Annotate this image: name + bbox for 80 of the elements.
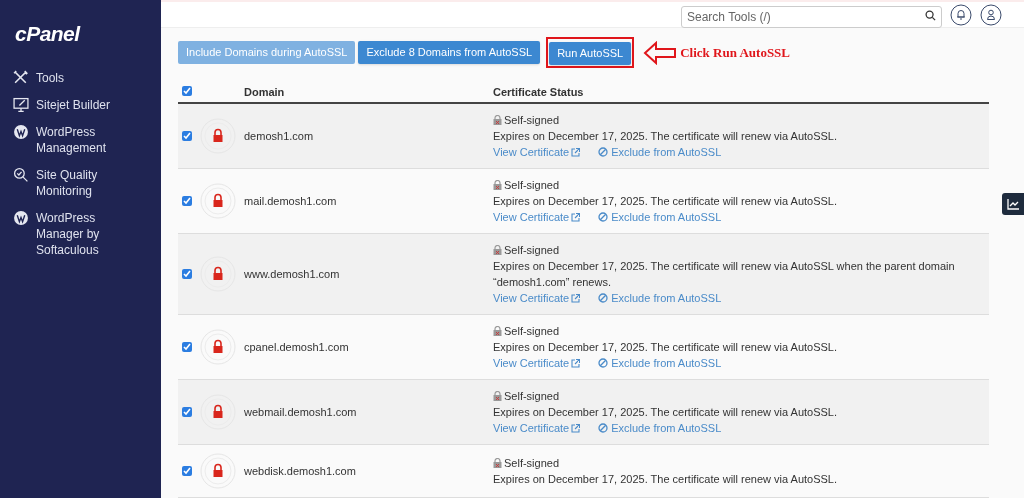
status-message: Expires on December 17, 2025. The certificate will renew via AutoSSL. xyxy=(493,405,839,420)
padlock-icon xyxy=(493,391,502,401)
view-certificate-link[interactable]: View Certificate xyxy=(493,209,581,225)
chart-button[interactable] xyxy=(1002,193,1024,215)
row-checkbox[interactable] xyxy=(182,466,192,476)
exclude-link[interactable]: Exclude from AutoSSL xyxy=(598,209,722,225)
magnifier-icon xyxy=(13,166,29,183)
row-checkbox[interactable] xyxy=(182,196,192,206)
status-message: Expires on December 17, 2025. The certificate will renew via AutoSSL. xyxy=(493,340,839,355)
exclude-link[interactable]: Exclude from AutoSSL xyxy=(598,420,722,436)
domain-cell-text: cpanel.demosh1.com xyxy=(244,339,350,355)
action-button[interactable]: Run AutoSSL xyxy=(549,42,632,65)
status-message: Expires on December 17, 2025. The certificate will renew via AutoSSL. xyxy=(493,472,839,487)
domain-cell-text: demosh1.com xyxy=(244,128,315,144)
row-checkbox[interactable] xyxy=(182,131,192,141)
lock-icon xyxy=(200,118,236,154)
exclude-link[interactable]: Exclude from AutoSSL xyxy=(598,144,722,160)
view-certificate-link[interactable]: View Certificate xyxy=(493,290,581,306)
bell-icon[interactable] xyxy=(950,3,972,26)
ban-icon xyxy=(598,212,609,222)
exclude-link[interactable]: Exclude from AutoSSL xyxy=(598,290,722,306)
padlock-icon xyxy=(493,115,502,125)
status-label: Self-signed xyxy=(504,243,560,258)
sidebar-item[interactable]: WordPress Manager by Softaculous xyxy=(13,209,148,258)
view-certificate-link[interactable]: View Certificate xyxy=(493,420,581,436)
ban-icon xyxy=(598,147,609,157)
lock-icon xyxy=(200,256,236,292)
status-label: Self-signed xyxy=(504,456,560,471)
domain-cell-text: webdisk.demosh1.com xyxy=(244,463,357,479)
action-button[interactable]: Exclude 8 Domains from AutoSSL xyxy=(358,41,541,65)
external-link-icon xyxy=(571,423,581,433)
select-all-checkbox[interactable] xyxy=(182,85,192,96)
monitor-icon xyxy=(13,96,29,113)
sidebar-item[interactable]: Site Quality Monitoring xyxy=(13,166,148,199)
external-link-icon xyxy=(571,293,581,303)
row-checkbox[interactable] xyxy=(182,269,192,279)
column-header: Domain xyxy=(244,84,286,100)
arrow-icon xyxy=(643,40,678,65)
wordpress-icon xyxy=(13,209,29,226)
status-message: Expires on December 17, 2025. The certificate will renew via AutoSSL. xyxy=(493,194,839,209)
ban-icon xyxy=(598,423,609,433)
search-field[interactable]: Search Tools (/) xyxy=(681,5,942,28)
ban-icon xyxy=(598,293,609,303)
status-message: Expires on December 17, 2025. The certificate will renew via AutoSSL when the parent domain “demosh1.com” renews. xyxy=(493,259,956,290)
lock-icon xyxy=(200,183,236,219)
column-header: Certificate Status xyxy=(493,84,584,100)
chart-icon xyxy=(1007,198,1019,210)
sidebar-item[interactable]: Sitejet Builder xyxy=(13,96,148,113)
search-icon xyxy=(925,9,936,21)
annotation-text: Click Run AutoSSL xyxy=(680,43,791,62)
status-label: Self-signed xyxy=(504,389,560,404)
padlock-icon xyxy=(493,245,502,255)
status-label: Self-signed xyxy=(504,324,560,339)
row-checkbox[interactable] xyxy=(182,407,192,417)
external-link-icon xyxy=(571,358,581,368)
domain-cell-text: webmail.demosh1.com xyxy=(244,404,358,420)
sidebar-item[interactable]: Tools xyxy=(13,69,148,86)
ban-icon xyxy=(598,358,609,368)
exclude-link[interactable]: Exclude from AutoSSL xyxy=(598,355,722,371)
status-label: Self-signed xyxy=(504,178,560,193)
external-link-icon xyxy=(571,147,581,157)
tools-icon xyxy=(13,69,29,86)
wordpress-icon xyxy=(13,123,29,140)
user-icon[interactable] xyxy=(980,3,1002,26)
status-message: Expires on December 17, 2025. The certificate will renew via AutoSSL. xyxy=(493,129,839,144)
lock-icon xyxy=(200,453,236,489)
view-certificate-link[interactable]: View Certificate xyxy=(493,355,581,371)
lock-icon xyxy=(200,394,236,430)
padlock-icon xyxy=(493,326,502,336)
domain-cell-text: www.demosh1.com xyxy=(244,266,341,282)
domain-cell-text: mail.demosh1.com xyxy=(244,193,338,209)
view-certificate-link[interactable]: View Certificate xyxy=(493,144,581,160)
status-label: Self-signed xyxy=(504,113,560,128)
lock-icon xyxy=(200,329,236,365)
logo[interactable]: cPanel xyxy=(0,18,161,50)
sidebar-item[interactable]: WordPress Management xyxy=(13,123,148,156)
padlock-icon xyxy=(493,458,502,468)
row-checkbox[interactable] xyxy=(182,342,192,352)
external-link-icon xyxy=(571,212,581,222)
padlock-icon xyxy=(493,180,502,190)
